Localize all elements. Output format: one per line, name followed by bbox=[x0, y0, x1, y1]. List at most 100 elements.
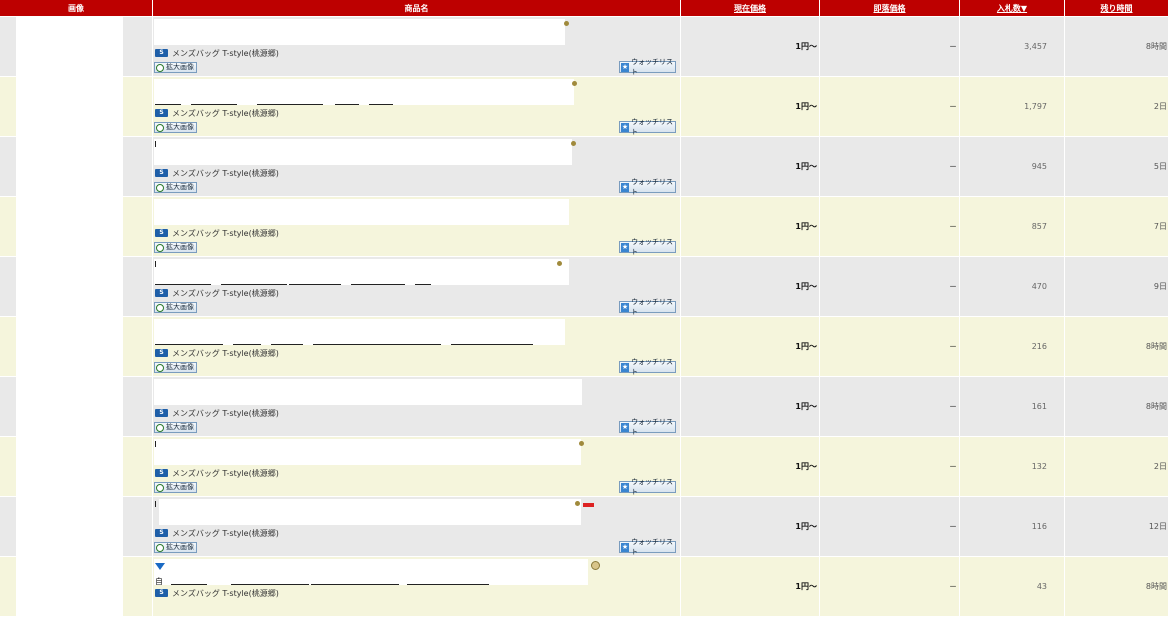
sort-current-price-link[interactable]: 現在価格 bbox=[681, 0, 819, 17]
item-title-link[interactable] bbox=[154, 139, 572, 165]
seller-name-link[interactable]: メンズバッグ T-style(桃源郷) bbox=[172, 348, 279, 359]
item-title-link[interactable] bbox=[154, 79, 574, 105]
item-title-underline bbox=[311, 584, 399, 585]
sort-time-left-link[interactable]: 残り時間 bbox=[1065, 0, 1168, 17]
item-image-cell bbox=[0, 377, 152, 437]
magnifier-icon bbox=[156, 483, 164, 492]
item-thumbnail[interactable] bbox=[16, 17, 123, 76]
add-to-watchlist-button[interactable]: ★ ウォッチリスト bbox=[619, 178, 676, 196]
zoom-image-button[interactable]: 拡大画像 bbox=[154, 482, 197, 493]
item-title-link[interactable] bbox=[154, 559, 588, 585]
zoom-image-button[interactable]: 拡大画像 bbox=[154, 542, 197, 553]
watchlist-label: ウォッチリスト bbox=[631, 178, 674, 196]
item-name-cell: S メンズバッグ T-style(桃源郷) 拡大画像 ★ ウォッチリスト bbox=[153, 497, 680, 557]
add-to-watchlist-button[interactable]: ★ ウォッチリスト bbox=[619, 298, 676, 316]
star-icon: ★ bbox=[621, 482, 630, 492]
time-left: 8時間 bbox=[1065, 317, 1168, 377]
table-row: S メンズバッグ T-style(桃源郷) 拡大画像 ★ ウォッチリスト 1円～－ 132 2… bbox=[0, 437, 1168, 497]
bid-count: 43 bbox=[960, 557, 1064, 617]
table-row: S メンズバッグ T-style(桃源郷) 拡大画像 ★ ウォッチリスト 1円～－ 470 9… bbox=[0, 257, 1168, 317]
add-to-watchlist-button[interactable]: ★ ウォッチリスト bbox=[619, 118, 676, 136]
zoom-image-label: 拡大画像 bbox=[166, 183, 194, 191]
item-name-cell: S メンズバッグ T-style(桃源郷) 拡大画像 ★ ウォッチリスト bbox=[153, 17, 680, 77]
down-arrow-icon bbox=[155, 563, 165, 570]
star-icon: ★ bbox=[621, 542, 630, 552]
current-price: 1円～ bbox=[681, 77, 819, 137]
status-dot-icon bbox=[572, 81, 577, 86]
item-title-underline bbox=[451, 344, 533, 345]
store-icon: S bbox=[155, 409, 168, 417]
seller-name-link[interactable]: メンズバッグ T-style(桃源郷) bbox=[172, 408, 279, 419]
magnifier-icon bbox=[156, 363, 164, 372]
item-name-cell: S メンズバッグ T-style(桃源郷) 拡大画像 ★ ウォッチリスト bbox=[153, 77, 680, 137]
seller-name-link[interactable]: メンズバッグ T-style(桃源郷) bbox=[172, 228, 279, 239]
seller-name-link[interactable]: メンズバッグ T-style(桃源郷) bbox=[172, 588, 279, 599]
zoom-image-label: 拡大画像 bbox=[166, 123, 194, 131]
zoom-image-label: 拡大画像 bbox=[166, 363, 194, 371]
zoom-image-button[interactable]: 拡大画像 bbox=[154, 422, 197, 433]
seller-name-link[interactable]: メンズバッグ T-style(桃源郷) bbox=[172, 288, 279, 299]
star-icon: ★ bbox=[621, 422, 630, 432]
item-thumbnail[interactable] bbox=[16, 197, 123, 256]
item-title-link[interactable] bbox=[159, 499, 581, 525]
seller-name-link[interactable]: メンズバッグ T-style(桃源郷) bbox=[172, 168, 279, 179]
add-to-watchlist-button[interactable]: ★ ウォッチリスト bbox=[619, 358, 676, 376]
item-name-cell: 自 S メンズバッグ T-style(桃源郷) bbox=[153, 557, 680, 617]
item-thumbnail[interactable] bbox=[16, 377, 123, 436]
table-row: S メンズバッグ T-style(桃源郷) 拡大画像 ★ ウォッチリスト 1円～－ 945 5… bbox=[0, 137, 1168, 197]
sort-buy-now-link[interactable]: 即落価格 bbox=[820, 0, 959, 17]
watchlist-label: ウォッチリスト bbox=[631, 538, 674, 556]
item-thumbnail[interactable] bbox=[16, 557, 123, 616]
store-icon: S bbox=[155, 349, 168, 357]
bid-count: 3,457 bbox=[960, 17, 1064, 77]
zoom-image-button[interactable]: 拡大画像 bbox=[154, 242, 197, 253]
item-name-cell: S メンズバッグ T-style(桃源郷) 拡大画像 ★ ウォッチリスト bbox=[153, 377, 680, 437]
zoom-image-label: 拡大画像 bbox=[166, 243, 194, 251]
buy-now-price: － bbox=[820, 137, 959, 197]
item-title-link[interactable] bbox=[154, 379, 582, 405]
add-to-watchlist-button[interactable]: ★ ウォッチリスト bbox=[619, 478, 676, 496]
seller-name-link[interactable]: メンズバッグ T-style(桃源郷) bbox=[172, 48, 279, 59]
table-row: 自 S メンズバッグ T-style(桃源郷) 1円～－ 43 8時間 bbox=[0, 557, 1168, 617]
item-thumbnail[interactable] bbox=[16, 317, 123, 376]
zoom-image-button[interactable]: 拡大画像 bbox=[154, 122, 197, 133]
item-thumbnail[interactable] bbox=[16, 497, 123, 556]
item-title-link[interactable] bbox=[154, 199, 569, 225]
current-price: 1円～ bbox=[681, 437, 819, 497]
zoom-image-label: 拡大画像 bbox=[166, 63, 194, 71]
add-to-watchlist-button[interactable]: ★ ウォッチリスト bbox=[619, 58, 676, 76]
add-to-watchlist-button[interactable]: ★ ウォッチリスト bbox=[619, 238, 676, 256]
zoom-image-button[interactable]: 拡大画像 bbox=[154, 182, 197, 193]
new-badge-icon bbox=[583, 503, 594, 507]
item-title-link[interactable] bbox=[154, 319, 565, 345]
item-title-link[interactable] bbox=[154, 19, 565, 45]
item-title-glyph bbox=[155, 261, 156, 267]
add-to-watchlist-button[interactable]: ★ ウォッチリスト bbox=[619, 418, 676, 436]
current-price: 1円～ bbox=[681, 17, 819, 77]
item-title-link[interactable] bbox=[154, 439, 581, 465]
item-thumbnail[interactable] bbox=[16, 137, 123, 196]
seller-name-link[interactable]: メンズバッグ T-style(桃源郷) bbox=[172, 528, 279, 539]
item-thumbnail[interactable] bbox=[16, 437, 123, 496]
current-price: 1円～ bbox=[681, 377, 819, 437]
star-icon: ★ bbox=[621, 62, 630, 72]
item-image-cell bbox=[0, 17, 152, 77]
item-title-link[interactable] bbox=[154, 259, 569, 285]
star-icon: ★ bbox=[621, 302, 630, 312]
watchlist-label: ウォッチリスト bbox=[631, 118, 674, 136]
seller-name-link[interactable]: メンズバッグ T-style(桃源郷) bbox=[172, 468, 279, 479]
zoom-image-label: 拡大画像 bbox=[166, 483, 194, 491]
add-to-watchlist-button[interactable]: ★ ウォッチリスト bbox=[619, 538, 676, 556]
item-thumbnail[interactable] bbox=[16, 257, 123, 316]
store-icon: S bbox=[155, 109, 168, 117]
watchlist-label: ウォッチリスト bbox=[631, 58, 674, 76]
time-left: 7日 bbox=[1065, 197, 1168, 257]
magnifier-icon bbox=[156, 243, 164, 252]
zoom-image-button[interactable]: 拡大画像 bbox=[154, 302, 197, 313]
sort-bids-link[interactable]: 入札数▼ bbox=[960, 0, 1064, 17]
zoom-image-button[interactable]: 拡大画像 bbox=[154, 62, 197, 73]
seller-name-link[interactable]: メンズバッグ T-style(桃源郷) bbox=[172, 108, 279, 119]
zoom-image-button[interactable]: 拡大画像 bbox=[154, 362, 197, 373]
item-thumbnail[interactable] bbox=[16, 77, 123, 136]
bid-count: 216 bbox=[960, 317, 1064, 377]
